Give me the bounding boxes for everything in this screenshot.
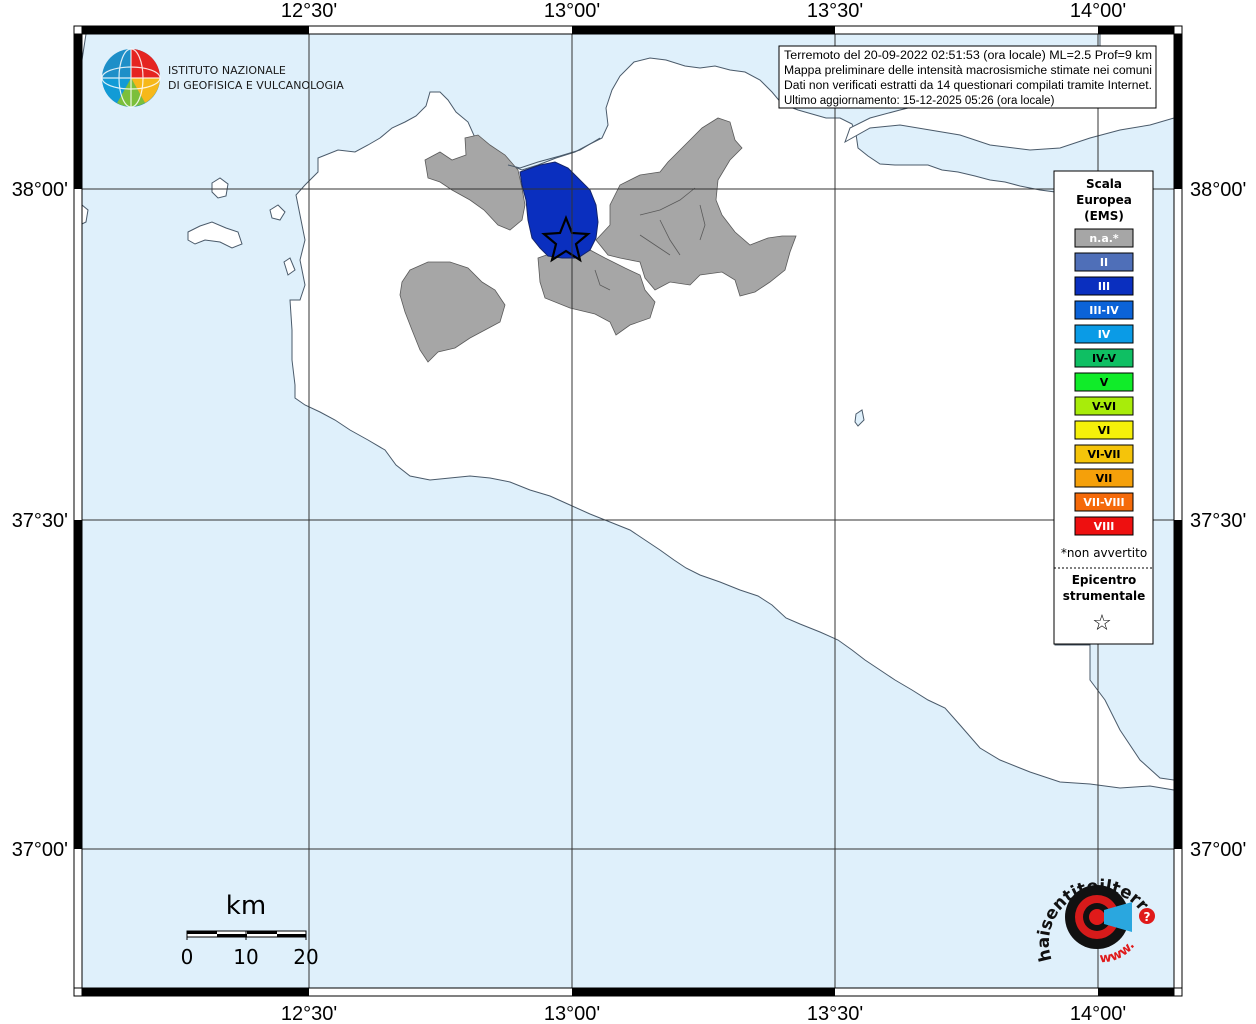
- legend-chip-label-6: V: [1100, 376, 1109, 389]
- legend-chip-label-2: III: [1098, 280, 1110, 293]
- lon-label-bottom-1: 12°30': [281, 1003, 337, 1024]
- intensity-legend: Scala Europea (EMS) n.a.*IIIIIIII-IVIVIV…: [1053, 170, 1154, 645]
- legend-title-1: Scala: [1086, 177, 1122, 191]
- lon-label-top-1: 12°30': [281, 0, 337, 22]
- info-box: Terremoto del 20-09-2022 02:51:53 (ora l…: [778, 45, 1157, 109]
- legend-chip-label-5: IV-V: [1092, 352, 1117, 365]
- intensity-map: 12°30' 13°00' 13°30' 14°00' 12°30' 13°00…: [0, 0, 1246, 1024]
- lon-label-bottom-3: 13°30': [807, 1003, 863, 1024]
- legend-chip-label-7: V-VI: [1092, 400, 1116, 413]
- legend-chip-label-10: VII: [1096, 472, 1113, 485]
- question-icon: ?: [1139, 908, 1155, 924]
- scale-label-10: 10: [233, 945, 258, 969]
- ingv-globe-icon: [101, 48, 161, 108]
- lon-labels-bottom: 12°30' 13°00' 13°30' 14°00': [281, 1003, 1126, 1024]
- legend-star-icon: ☆: [1092, 611, 1112, 636]
- scale-unit: km: [226, 891, 266, 921]
- svg-text:?: ?: [1144, 910, 1151, 924]
- lat-label-left-3: 37°00': [12, 839, 68, 861]
- lon-label-top-4: 14°00': [1070, 0, 1126, 22]
- legend-chip-label-9: VI-VII: [1087, 448, 1120, 461]
- lat-label-right-1: 38°00': [1190, 179, 1246, 201]
- scale-label-0: 0: [181, 945, 194, 969]
- legend-chip-label-3: III-IV: [1089, 304, 1119, 317]
- lat-label-right-2: 37°30': [1190, 510, 1246, 532]
- lon-labels-top: 12°30' 13°00' 13°30' 14°00': [281, 0, 1126, 22]
- legend-chip-label-0: n.a.*: [1089, 232, 1119, 245]
- legend-epicenter-1: Epicentro: [1072, 573, 1137, 587]
- ingv-logo-line1: ISTITUTO NAZIONALE: [168, 64, 286, 77]
- lat-labels-left: 38°00' 37°30' 37°00': [12, 179, 68, 861]
- lat-labels-right: 38°00' 37°30' 37°00': [1190, 179, 1246, 861]
- lat-label-left-1: 38°00': [12, 179, 68, 201]
- info-line-1: Terremoto del 20-09-2022 02:51:53 (ora l…: [784, 50, 1152, 62]
- lon-label-top-3: 13°30': [807, 0, 863, 22]
- legend-chip-label-12: VIII: [1094, 520, 1115, 533]
- legend-chip-label-4: IV: [1098, 328, 1111, 341]
- info-line-4: Ultimo aggiornamento: 15-12-2025 05:26 (…: [784, 95, 1055, 107]
- info-line-2: Mappa preliminare delle intensità macros…: [784, 65, 1152, 77]
- legend-chip-label-8: VI: [1098, 424, 1111, 437]
- info-line-3: Dati non verificati estratti da 14 quest…: [784, 80, 1152, 92]
- legend-chip-label-1: II: [1100, 256, 1108, 269]
- legend-note: *non avvertito: [1061, 546, 1147, 560]
- lat-label-left-2: 37°30': [12, 510, 68, 532]
- lon-label-bottom-2: 13°00': [544, 1003, 600, 1024]
- legend-title-3: (EMS): [1084, 209, 1124, 223]
- lon-label-bottom-4: 14°00': [1070, 1003, 1126, 1024]
- lat-label-right-3: 37°00': [1190, 839, 1246, 861]
- scale-label-20: 20: [293, 945, 318, 969]
- legend-epicenter-2: strumentale: [1063, 589, 1146, 603]
- ingv-logo-line2: DI GEOFISICA E VULCANOLOGIA: [168, 79, 344, 92]
- legend-title-2: Europea: [1076, 193, 1132, 207]
- lon-label-top-2: 13°00': [544, 0, 600, 22]
- legend-chip-label-11: VII-VIII: [1083, 496, 1124, 509]
